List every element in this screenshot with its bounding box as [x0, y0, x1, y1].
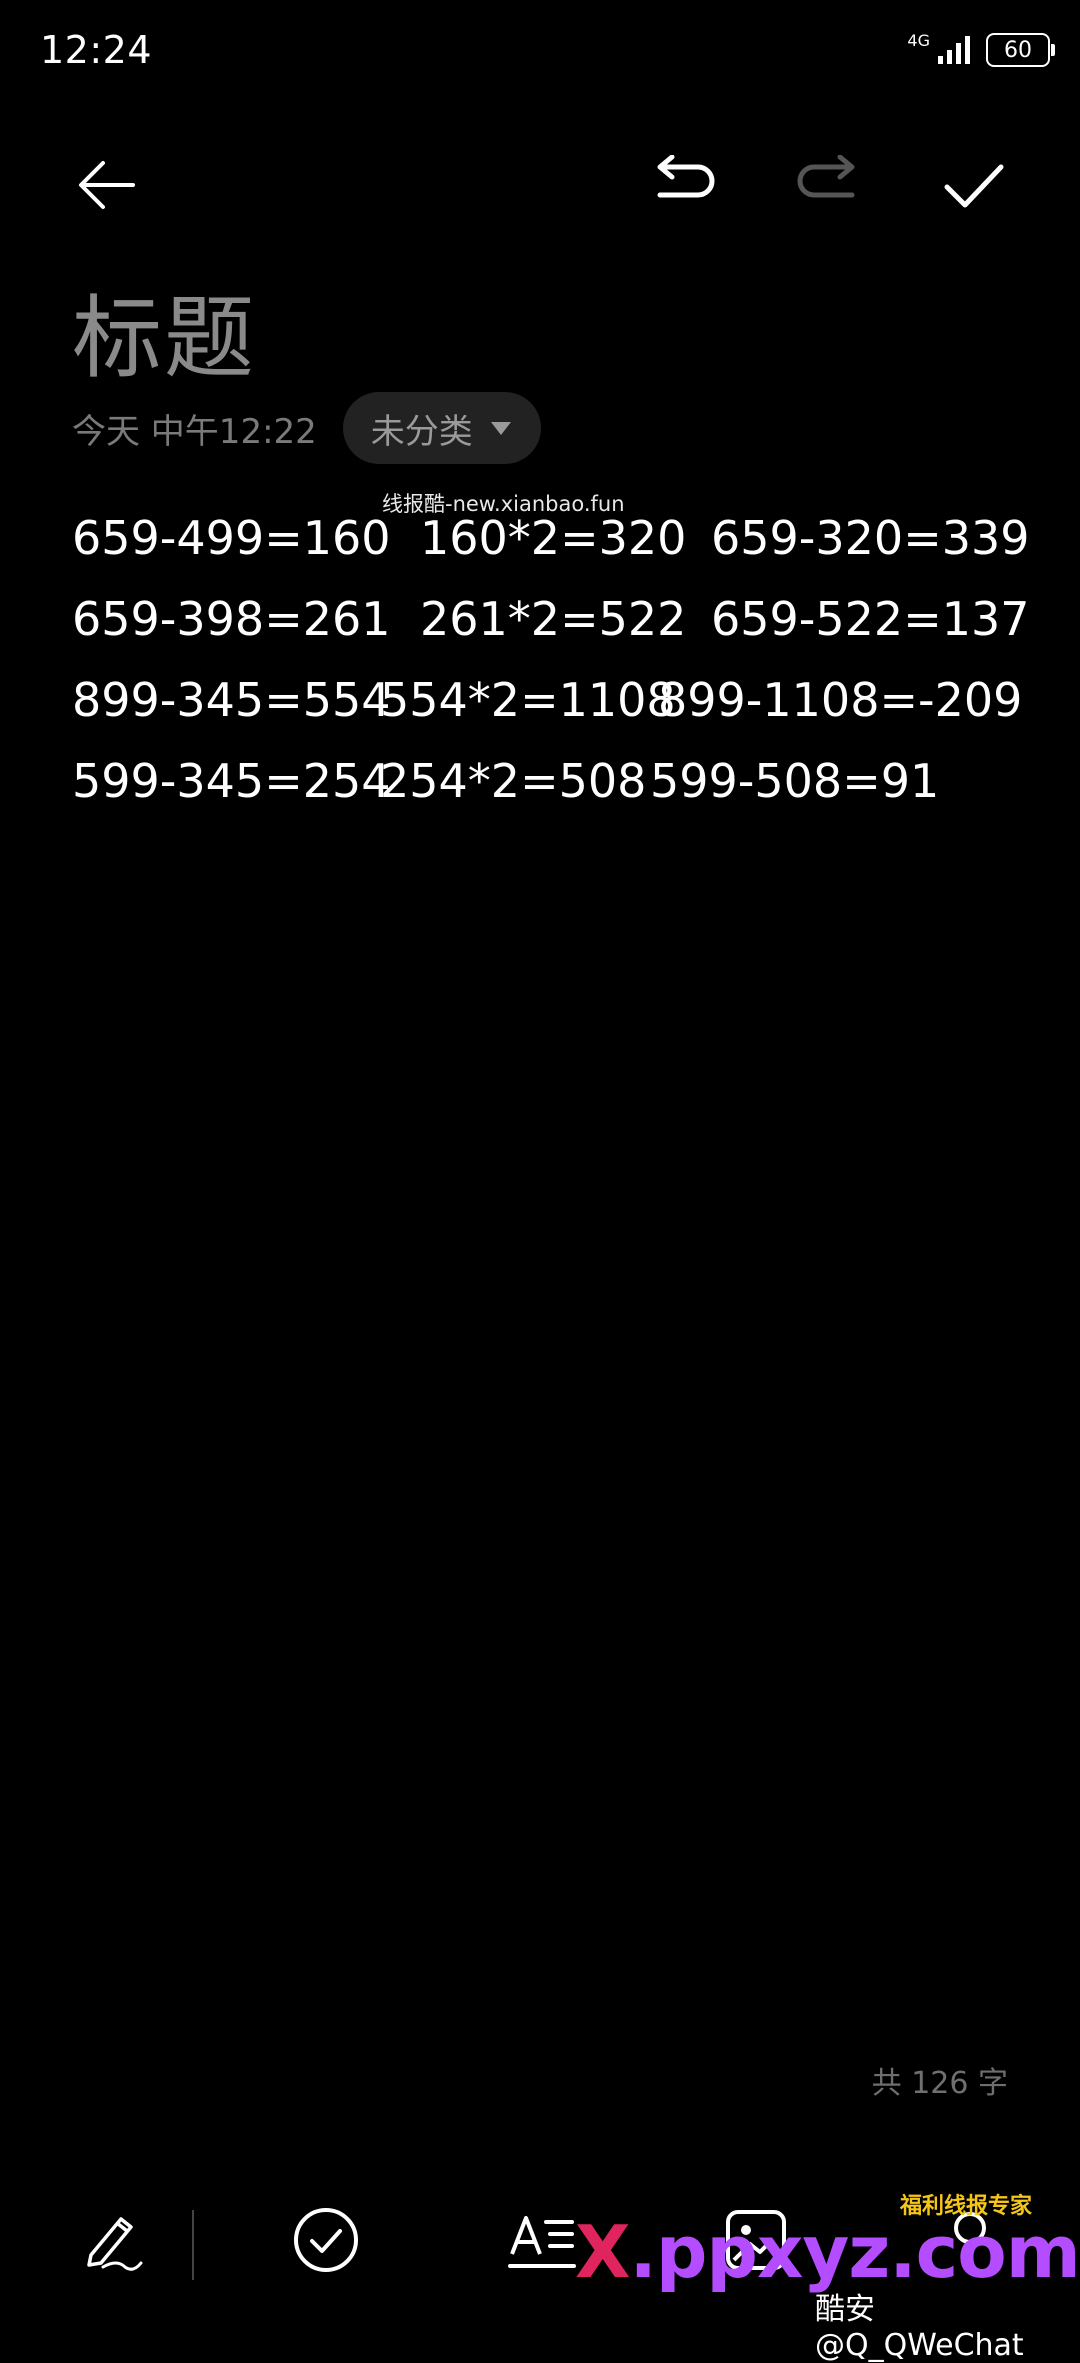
watermark-logo: X.ppxyz.com	[575, 2210, 1080, 2294]
watermark-coolapk: 酷安@Q_QWeChat	[815, 2292, 1024, 2363]
toolbar-divider	[192, 2210, 194, 2280]
note-segment: 659-499=160	[72, 511, 391, 565]
redo-icon	[797, 155, 855, 198]
note-segment: 554*2=1108	[380, 673, 676, 727]
note-date: 今天 中午12:22	[72, 411, 317, 452]
network-type: 4G	[907, 30, 930, 50]
status-bar: 12:24 4G 60	[0, 0, 1080, 100]
note-meta: 今天 中午12:22 未分类	[72, 390, 541, 466]
note-segment: 899-345=554	[72, 673, 391, 727]
back-button[interactable]	[62, 140, 152, 230]
undo-icon	[657, 155, 715, 198]
char-count: 共 126 字	[871, 2066, 1008, 2101]
done-button[interactable]	[928, 140, 1018, 230]
watermark-logo-rest: .ppxyz.com	[629, 2210, 1080, 2294]
signal-icon	[938, 36, 970, 64]
chevron-down-icon	[490, 421, 511, 435]
note-segment: 659-320=339	[711, 511, 1030, 565]
note-segment: 261*2=522	[420, 592, 687, 646]
text-format-icon	[508, 2216, 576, 2268]
note-segment: 254*2=508	[380, 754, 647, 808]
redo-button[interactable]	[782, 140, 872, 230]
note-segment: 659-398=261	[72, 592, 391, 646]
watermark-logo-x: X	[575, 2210, 631, 2294]
note-line: 899-345=554554*2=1108899-1108=-209	[72, 660, 1052, 741]
editor-toolbar	[0, 140, 1080, 240]
checklist-button[interactable]	[276, 2190, 376, 2290]
status-icons: 4G 60	[907, 30, 1055, 70]
note-line: 599-345=254254*2=508599-508=91	[72, 741, 1052, 822]
check-icon	[944, 164, 1004, 208]
handwriting-icon	[87, 2217, 143, 2271]
note-segment: 659-522=137	[711, 592, 1030, 646]
category-label: 未分类	[370, 411, 473, 452]
note-segment: 599-345=254	[72, 754, 391, 808]
note-body[interactable]: 659-499=160 160*2=320 659-320=339 659-398=…	[72, 498, 1052, 822]
note-segment: 899-1108=-209	[658, 673, 1023, 727]
battery-level: 60	[1004, 37, 1032, 63]
status-time: 12:24	[40, 28, 153, 72]
category-dropdown[interactable]: 未分类	[342, 392, 541, 464]
note-line: 659-398=261 261*2=522 659-522=137	[72, 579, 1052, 660]
undo-button[interactable]	[640, 140, 730, 230]
note-title[interactable]: 标题	[72, 265, 256, 395]
handwriting-button[interactable]	[62, 2190, 162, 2290]
checklist-icon	[294, 2208, 358, 2272]
battery-indicator: 60	[986, 33, 1055, 67]
watermark-text: 线报酷-new.xianbao.fun	[382, 492, 625, 516]
arrow-left-icon	[79, 161, 135, 209]
note-segment: 599-508=91	[650, 754, 940, 808]
